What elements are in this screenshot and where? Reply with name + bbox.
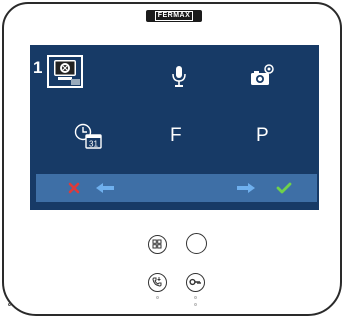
- clock-calendar-icon[interactable]: 31: [73, 122, 103, 150]
- grid-icon: [152, 239, 162, 249]
- cancel-icon[interactable]: [68, 182, 80, 194]
- talk-button[interactable]: [148, 273, 167, 292]
- status-led: [8, 303, 11, 306]
- grid-menu-button[interactable]: [148, 235, 167, 254]
- monitor-settings-icon: [54, 60, 80, 85]
- checkmark-icon[interactable]: [276, 182, 292, 194]
- menu-item-p[interactable]: P: [256, 125, 269, 147]
- brand-logo: FERMAX: [146, 10, 202, 22]
- menu-item-monitor-settings[interactable]: [47, 55, 83, 88]
- status-led: [194, 296, 197, 299]
- door-open-button[interactable]: [186, 273, 205, 292]
- status-led: [194, 303, 197, 306]
- arrow-left-icon[interactable]: [95, 182, 115, 194]
- camera-settings-icon[interactable]: [248, 63, 278, 89]
- phone-handset-icon: [152, 277, 162, 287]
- menu-item-f[interactable]: F: [170, 125, 182, 147]
- key-icon: [189, 278, 201, 286]
- page-number: 1: [33, 58, 43, 77]
- microphone-icon[interactable]: [171, 65, 187, 89]
- status-led: [156, 296, 159, 299]
- home-button[interactable]: [186, 233, 207, 254]
- arrow-right-icon[interactable]: [236, 182, 256, 194]
- calendar-date-label: 31: [89, 140, 98, 149]
